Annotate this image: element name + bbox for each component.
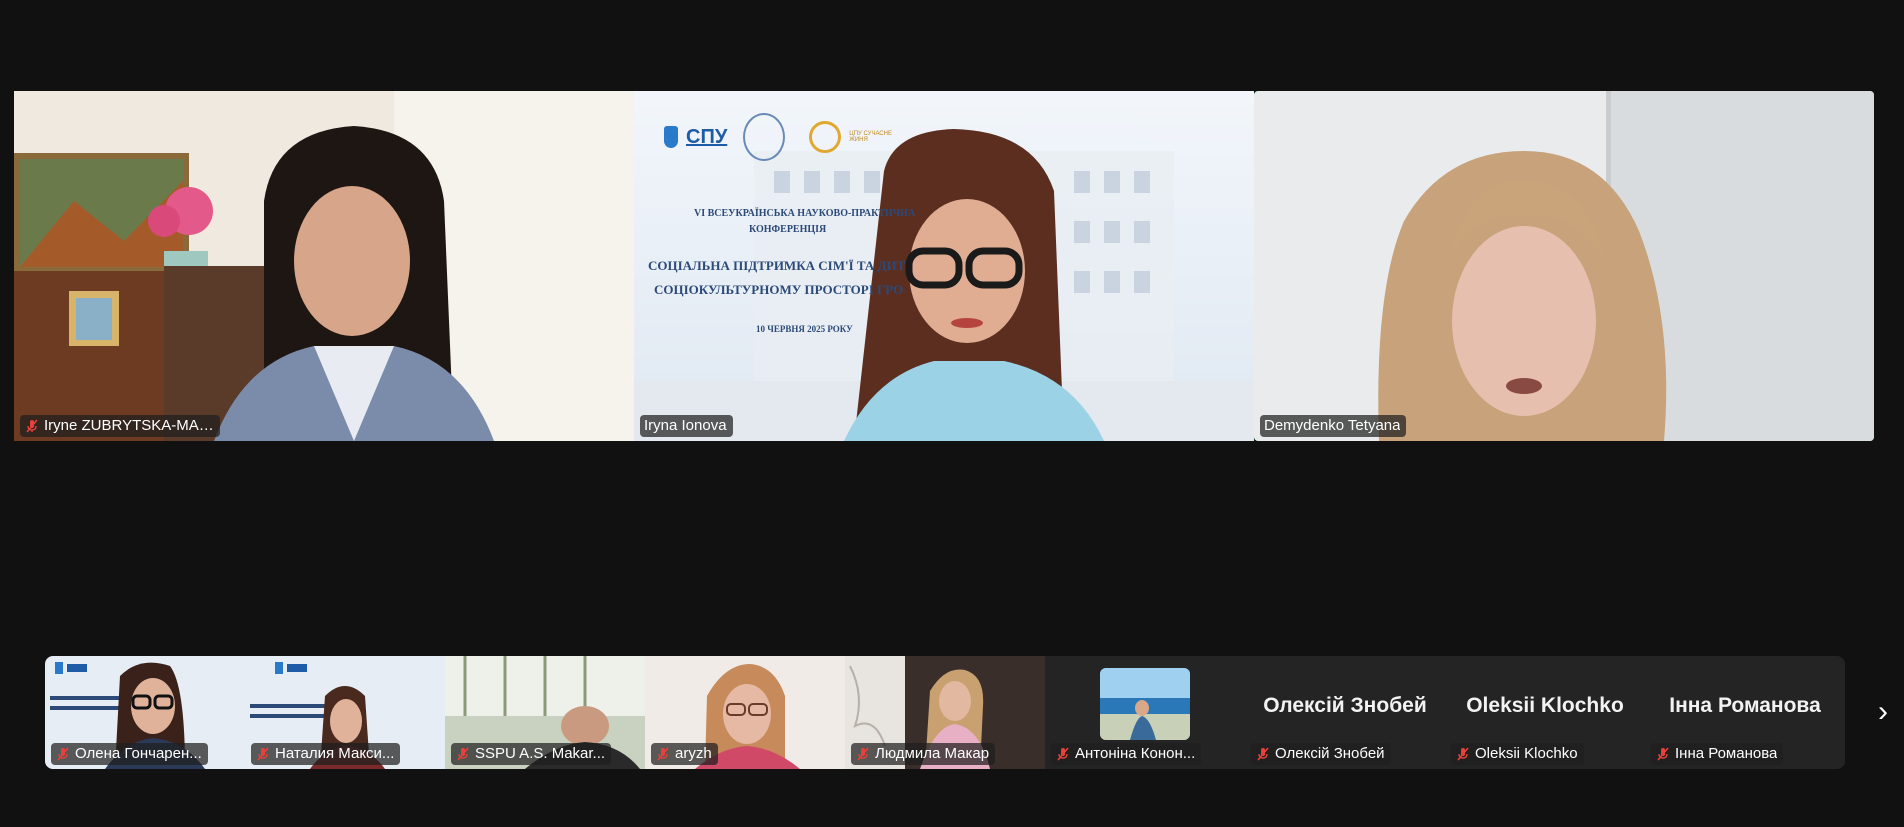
crest-icon [743,113,786,161]
mic-muted-icon [1657,747,1669,761]
participant-name: Інна Романова [1675,745,1778,762]
video-tile-1[interactable]: Iryne ZUBRYTSKA-MAKOTA [14,91,634,441]
mic-muted-icon [1457,747,1469,761]
slide-title-2: СОЦІОКУЛЬТУРНОМУ ПРОСТОРІ ГРО [654,282,904,297]
gallery-main-row: Iryne ZUBRYTSKA-MAKOTA [14,91,1876,441]
thumbnail-tile[interactable]: Інна Романова Інна Романова [1645,656,1845,769]
video-tile-3-active-speaker[interactable]: Demydenko Tetyana [1254,91,1874,441]
thumbnail-tile[interactable]: SSPU A.S. Makar... [445,656,645,769]
mic-muted-icon [57,747,69,761]
next-page-button[interactable]: › [1868,694,1898,730]
participant-name-tag: Iryna Ionova [640,415,733,437]
mic-muted-icon [26,419,38,433]
slide-title-1: СОЦІАЛЬНА ПІДТРИМКА СІМ'Ї ТА ДИТ [648,258,906,273]
participant-name: Антоніна Конон... [1075,745,1196,762]
thumbnail-tile[interactable]: Людмила Макар [845,656,1045,769]
participant-name: Iryne ZUBRYTSKA-MAKOTA [44,417,214,434]
mic-muted-icon [457,747,469,761]
shield-icon [664,126,678,148]
participant-name-tag: Demydenko Tetyana [1260,415,1407,437]
participant-name: SSPU A.S. Makar... [475,745,606,762]
mic-muted-icon [857,747,869,761]
thumbnail-tile[interactable]: aryzh [645,656,845,769]
slide-line-2: КОНФЕРЕНЦІЯ [749,224,827,235]
slide-date: 10 ЧЕРВНЯ 2025 РОКУ [756,324,853,334]
participant-thumbnail-strip: Олена Гончарен... Наталия Макси... SSPU … [45,656,1845,769]
video-feed [14,91,634,441]
participant-name: Iryna Ionova [644,417,727,434]
emblem-icon [809,121,842,153]
mic-muted-icon [1057,747,1069,761]
participant-name-tag: Антоніна Конон... [1051,743,1202,765]
video-feed [1254,91,1874,441]
mic-muted-icon [657,747,669,761]
thumbnail-tile[interactable]: Олена Гончарен... [45,656,245,769]
logo-text: СПУ [686,125,728,148]
participant-name: Demydenko Tetyana [1264,417,1401,434]
slide-line-1: VI ВСЕУКРАЇНСЬКА НАУКОВО-ПРАКТИЧНА [694,208,916,219]
participant-display-name: Інна Романова [1669,694,1821,717]
mic-muted-icon [1257,747,1269,761]
participant-name: Олена Гончарен... [75,745,202,762]
thumbnail-tile[interactable]: Наталия Макси... [245,656,445,769]
participant-display-name: Олексій Знобей [1263,694,1427,717]
mic-muted-icon [257,747,269,761]
thumbnail-tile[interactable]: Oleksii Klochko Oleksii Klochko [1445,656,1645,769]
participant-name-tag: Oleksii Klochko [1451,743,1584,765]
participant-name-tag: SSPU A.S. Makar... [451,743,612,765]
participant-name: Oleksii Klochko [1475,745,1578,762]
thumbnail-tile[interactable]: Антоніна Конон... [1045,656,1245,769]
participant-name-tag: Людмила Макар [851,743,996,765]
participant-name-tag: Олексій Знобей [1251,743,1391,765]
avatar [1100,668,1190,740]
slide-logo: СПУ ЦПУ СУЧАСНЕ ЖИНЯ [664,113,899,161]
participant-name-tag: Інна Романова [1651,743,1784,765]
participant-name-tag: Iryne ZUBRYTSKA-MAKOTA [20,415,220,437]
participant-name-tag: Олена Гончарен... [51,743,208,765]
participant-name: Олексій Знобей [1275,745,1385,762]
logo-small-text: ЦПУ СУЧАСНЕ ЖИНЯ [849,131,892,143]
video-tile-2[interactable]: СПУ ЦПУ СУЧАСНЕ ЖИНЯ VI ВСЕУКРАЇНСЬКА НА… [634,91,1254,441]
participant-display-name: Oleksii Klochko [1466,694,1624,717]
thumbnail-tile[interactable]: Олексій Знобей Олексій Знобей [1245,656,1445,769]
participant-name: Людмила Макар [875,745,990,762]
participant-name: aryzh [675,745,712,762]
participant-name-tag: Наталия Макси... [251,743,401,765]
chevron-right-icon: › [1878,695,1888,728]
participant-name-tag: aryzh [651,743,718,765]
participant-name: Наталия Макси... [275,745,395,762]
